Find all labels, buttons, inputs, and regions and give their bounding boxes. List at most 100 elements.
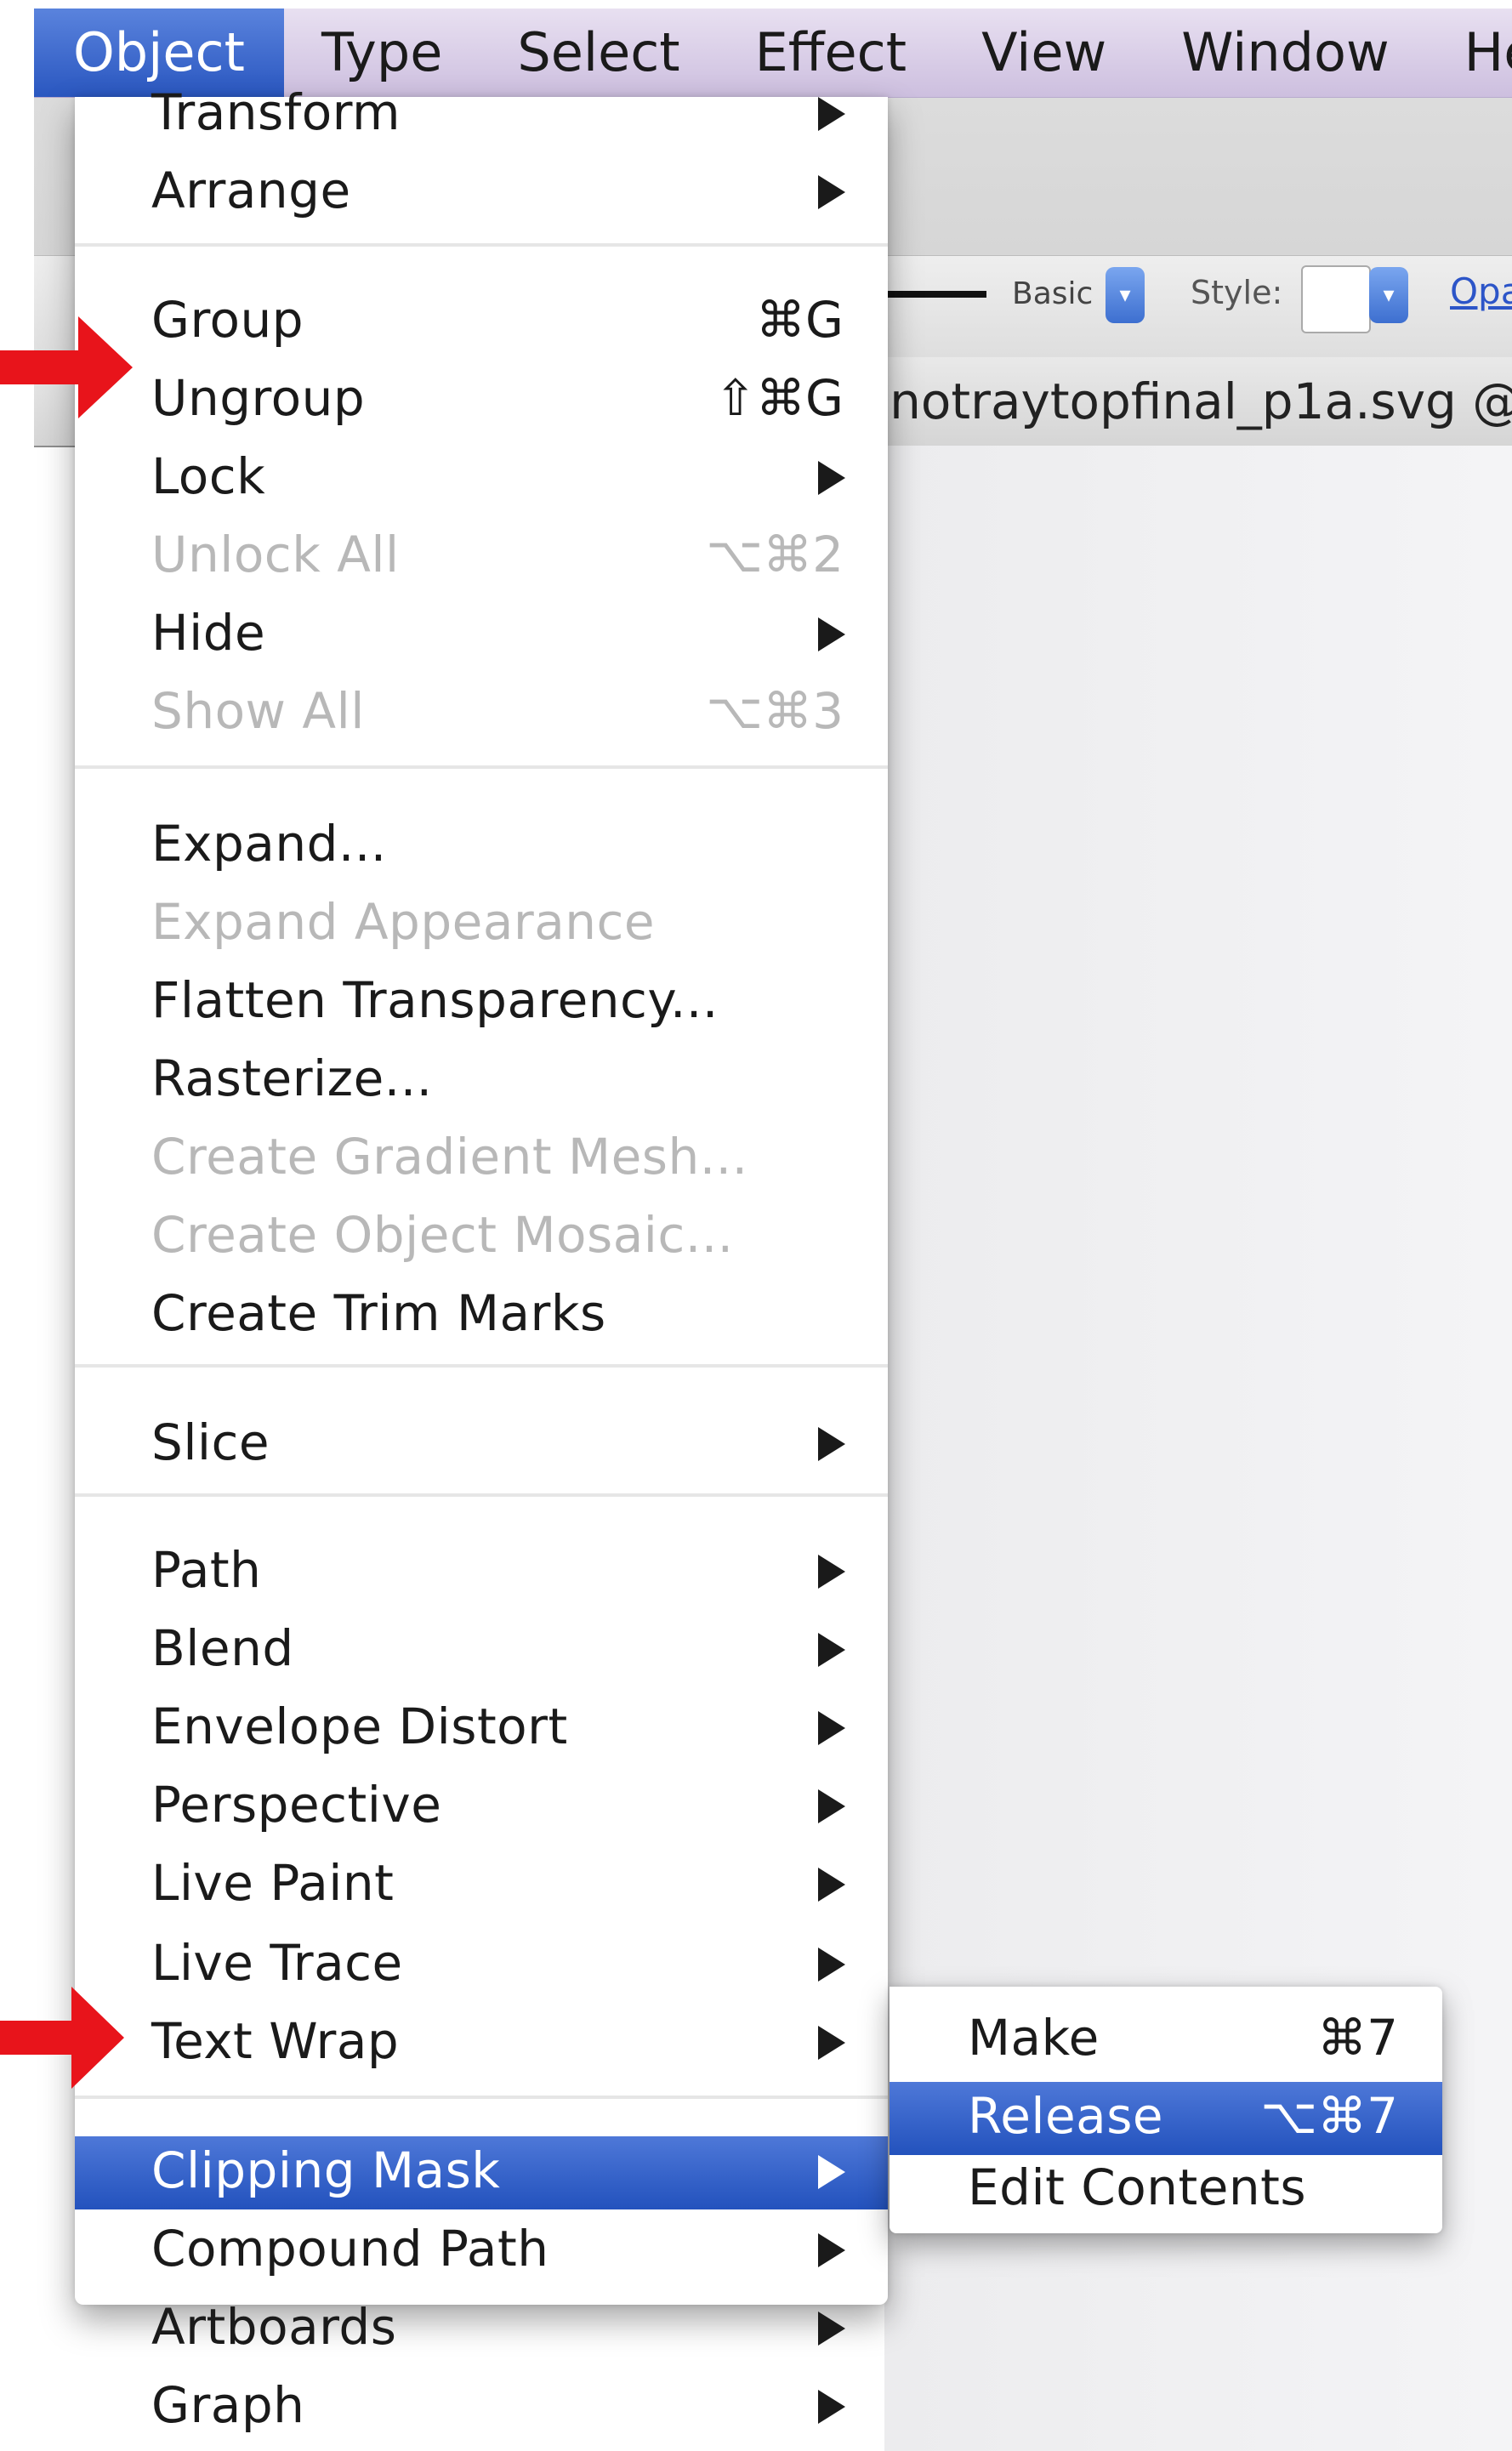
stroke-preview	[884, 291, 986, 298]
menu-item-label: Clipping Mask	[151, 2141, 501, 2199]
menu-item-label: Envelope Distort	[151, 1698, 568, 1755]
menu-item-label: Flatten Transparency...	[151, 971, 719, 1029]
menu-item-hide[interactable]: Hide	[75, 599, 888, 672]
menu-item-live-paint[interactable]: Live Paint	[75, 1849, 888, 1922]
menu-item-group[interactable]: Group ⌘G	[75, 286, 888, 359]
submenu-item-make[interactable]: Make ⌘7	[890, 2004, 1442, 2077]
menu-item-lock[interactable]: Lock	[75, 442, 888, 515]
menu-item-ungroup[interactable]: Ungroup ⇧⌘G	[75, 364, 888, 437]
submenu-arrow-icon	[818, 2155, 845, 2189]
menu-item-envelope-distort[interactable]: Envelope Distort	[75, 1692, 888, 1766]
submenu-item-label: Release	[968, 2087, 1164, 2145]
submenu-arrow-icon	[818, 1868, 845, 1902]
menu-item-label: Arrange	[151, 162, 351, 219]
menu-item-arrange[interactable]: Arrange	[75, 156, 888, 230]
menu-item-label: Graph	[151, 2376, 305, 2434]
menu-separator	[75, 1493, 888, 1497]
menu-item-graph[interactable]: Graph	[75, 2371, 888, 2444]
menu-item-clipping-mask[interactable]: Clipping Mask	[75, 2136, 888, 2209]
menu-item-shortcut: ⌘G	[756, 291, 844, 349]
menu-item-label: Unlock All	[151, 526, 400, 583]
menu-item-label: Create Trim Marks	[151, 1284, 606, 1342]
menu-item-perspective[interactable]: Perspective	[75, 1771, 888, 1844]
menu-separator	[75, 765, 888, 769]
menu-item-label: Hide	[151, 604, 266, 662]
opacity-link[interactable]: Opa	[1450, 270, 1512, 312]
submenu-item-edit-contents[interactable]: Edit Contents	[890, 2153, 1442, 2226]
red-arrow-icon	[0, 1987, 124, 2089]
submenu-item-label: Make	[968, 2009, 1100, 2067]
menubar-item-view[interactable]: View	[944, 9, 1144, 97]
menu-item-expand-appearance: Expand Appearance	[75, 888, 888, 961]
document-tab[interactable]: inotraytopfinal_p1a.svg @	[876, 372, 1512, 430]
chevron-down-icon: ▾	[1383, 282, 1395, 308]
menu-item-shortcut: ⇧⌘G	[714, 369, 844, 427]
menu-item-compound-path[interactable]: Compound Path	[75, 2215, 888, 2288]
menubar-item-hel[interactable]: Hel	[1427, 9, 1512, 97]
menu-item-rasterize[interactable]: Rasterize...	[75, 1044, 888, 1117]
submenu-arrow-icon	[818, 1633, 845, 1667]
object-menu: Transform Arrange Group ⌘G Ungroup ⇧⌘G Lock Unl…	[75, 83, 888, 2434]
submenu-arrow-icon	[818, 2026, 845, 2060]
menu-item-expand[interactable]: Expand...	[75, 810, 888, 883]
menu-item-shortcut: ⌥⌘2	[706, 526, 844, 583]
submenu-arrow-icon	[818, 97, 845, 131]
menu-separator	[75, 1364, 888, 1368]
menu-item-label: Expand...	[151, 815, 387, 873]
menu-item-label: Compound Path	[151, 2220, 549, 2278]
menu-item-live-trace[interactable]: Live Trace	[75, 1929, 888, 2002]
menu-item-label: Expand Appearance	[151, 893, 656, 951]
menu-item-label: Create Object Mosaic...	[151, 1206, 734, 1264]
menu-separator	[75, 2096, 888, 2099]
screenshot: Basic ▾ Style: ▾ Opa inotraytopfinal_p1a…	[0, 0, 1512, 2451]
chevron-down-icon: ▾	[1119, 282, 1131, 308]
menu-item-label: Blend	[151, 1619, 294, 1677]
menu-item-label: Live Paint	[151, 1854, 395, 1912]
menu-separator	[75, 243, 888, 247]
clipping-mask-submenu: Make ⌘7 Release ⌥⌘7 Edit Contents	[890, 1987, 1442, 2233]
submenu-item-label: Edit Contents	[968, 2158, 1307, 2216]
menu-item-label: Perspective	[151, 1776, 442, 1834]
menu-item-transform[interactable]: Transform	[75, 78, 888, 151]
menu-item-create-object-mosaic: Create Object Mosaic...	[75, 1201, 888, 1274]
style-swatch[interactable]	[1301, 265, 1371, 333]
menu-item-label: Live Trace	[151, 1934, 403, 1992]
menu-item-blend[interactable]: Blend	[75, 1614, 888, 1687]
submenu-arrow-icon	[818, 461, 845, 495]
style-dropdown[interactable]: ▾	[1369, 267, 1408, 323]
menu-item-slice[interactable]: Slice	[75, 1408, 888, 1481]
submenu-arrow-icon	[818, 1711, 845, 1745]
submenu-arrow-icon	[818, 617, 845, 651]
menu-item-label: Lock	[151, 447, 266, 505]
submenu-arrow-icon	[818, 2233, 845, 2267]
menu-item-shortcut: ⌥⌘3	[706, 682, 844, 740]
menu-item-unlock-all: Unlock All ⌥⌘2	[75, 520, 888, 594]
submenu-arrow-icon	[818, 1427, 845, 1461]
menu-item-create-gradient-mesh: Create Gradient Mesh...	[75, 1123, 888, 1196]
menu-item-label: Slice	[151, 1413, 270, 1471]
style-label: Style:	[1191, 274, 1283, 311]
submenu-item-shortcut: ⌘7	[1317, 2009, 1398, 2067]
menu-item-label: Group	[151, 291, 304, 349]
menubar-item-window[interactable]: Window	[1144, 9, 1426, 97]
menu-item-label: Show All	[151, 682, 365, 740]
submenu-arrow-icon	[818, 175, 845, 209]
menu-item-artboards[interactable]: Artboards	[75, 2293, 888, 2366]
menu-item-label: Path	[151, 1541, 262, 1599]
stroke-profile-label: Basic	[1012, 276, 1094, 311]
menu-item-label: Create Gradient Mesh...	[151, 1128, 748, 1186]
menu-item-flatten-transparency[interactable]: Flatten Transparency...	[75, 966, 888, 1039]
menu-item-text-wrap[interactable]: Text Wrap	[75, 2007, 888, 2080]
submenu-arrow-icon	[818, 1555, 845, 1589]
submenu-item-shortcut: ⌥⌘7	[1260, 2087, 1398, 2145]
submenu-arrow-icon	[818, 2312, 845, 2346]
submenu-item-release[interactable]: Release ⌥⌘7	[890, 2082, 1442, 2155]
menu-item-label: Ungroup	[151, 369, 366, 427]
menu-item-create-trim-marks[interactable]: Create Trim Marks	[75, 1279, 888, 1352]
submenu-arrow-icon	[818, 1948, 845, 1982]
menu-item-label: Text Wrap	[151, 2012, 400, 2070]
submenu-arrow-icon	[818, 2390, 845, 2424]
stroke-profile-dropdown[interactable]: ▾	[1106, 267, 1145, 323]
menu-item-path[interactable]: Path	[75, 1536, 888, 1609]
menu-item-label: Rasterize...	[151, 1049, 433, 1107]
